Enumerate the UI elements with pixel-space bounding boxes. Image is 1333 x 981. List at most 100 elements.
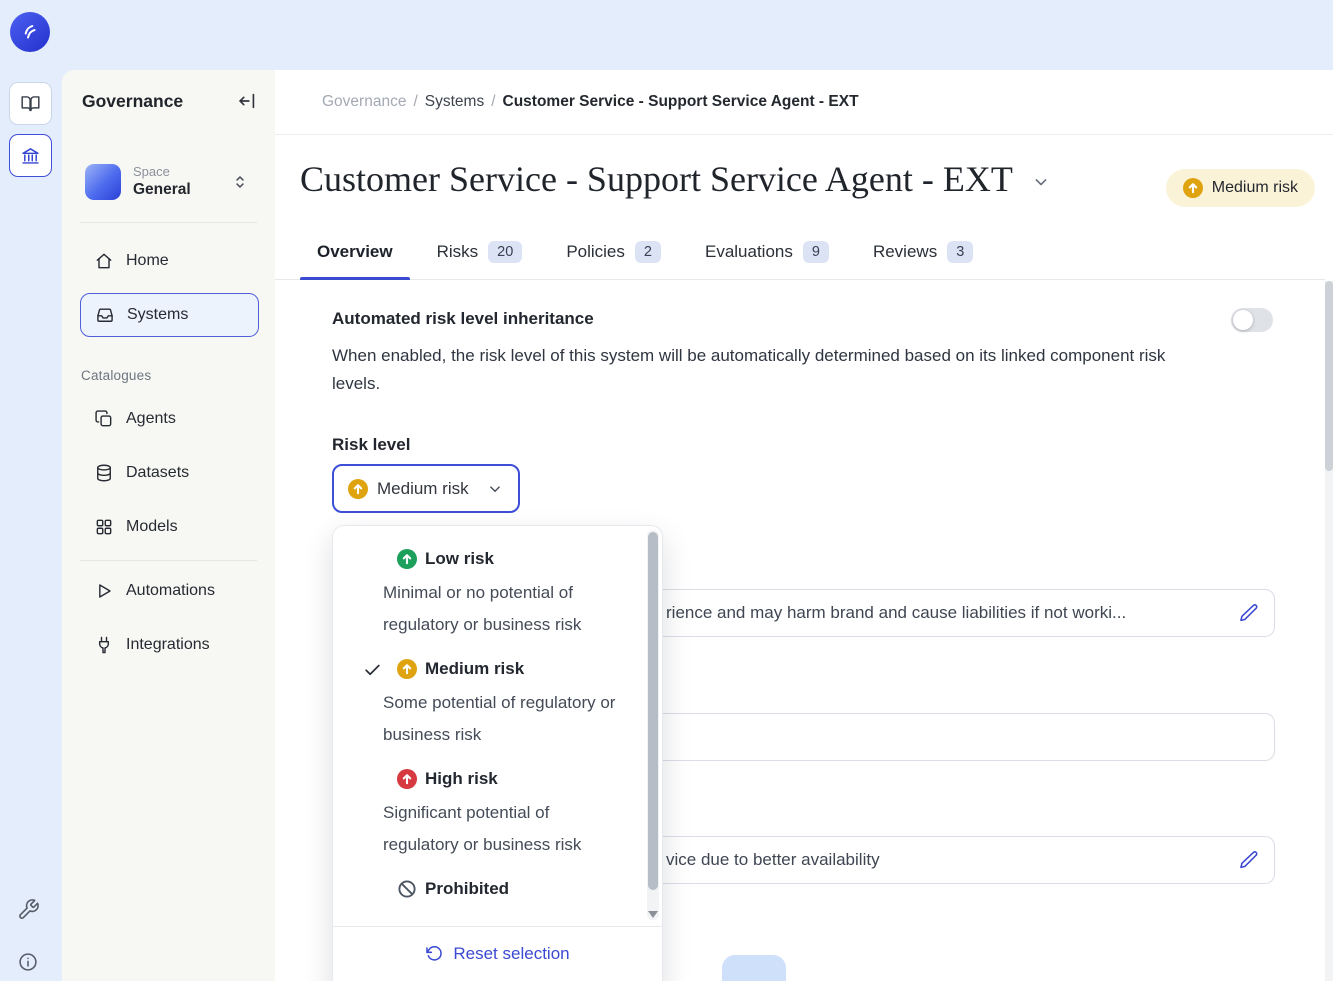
chevrons-up-down-icon: [230, 172, 250, 192]
menu-scrollbar-thumb[interactable]: [648, 532, 658, 890]
info-icon: [17, 951, 39, 973]
selected-risk-label: Medium risk: [377, 479, 477, 499]
play-icon: [94, 581, 114, 601]
models-grid-icon: [94, 517, 114, 537]
tab-count-badge: 2: [635, 241, 661, 263]
low-risk-icon: [397, 549, 417, 569]
agents-icon: [94, 409, 114, 429]
tools-icon: [17, 898, 40, 921]
edit-pencil-icon[interactable]: [1238, 849, 1260, 871]
breadcrumb-separator: /: [491, 93, 495, 111]
tab-bar: Overview Risks 20 Policies 2 Evaluations…: [275, 225, 1325, 280]
toggle-knob: [1233, 310, 1253, 330]
breadcrumb-separator: /: [413, 93, 417, 111]
logo-icon: [19, 21, 41, 43]
edit-pencil-icon[interactable]: [1238, 602, 1260, 624]
prohibited-icon: [397, 879, 417, 899]
sidebar-item-automations[interactable]: Automations: [80, 569, 259, 613]
tab-label: Evaluations: [705, 242, 793, 262]
breadcrumb-root[interactable]: Governance: [322, 93, 406, 111]
sidebar-item-agents[interactable]: Agents: [80, 397, 259, 441]
option-label: Low risk: [425, 549, 494, 569]
inheritance-section-title: Automated risk level inheritance: [332, 309, 594, 329]
header-risk-badge[interactable]: Medium risk: [1166, 169, 1315, 207]
sidebar-item-home[interactable]: Home: [80, 239, 259, 283]
collapse-sidebar-button[interactable]: [236, 90, 258, 112]
sidebar-item-label: Home: [126, 252, 169, 270]
main-panel: Governance / Systems / Customer Service …: [275, 70, 1333, 981]
risk-level-dropdown-menu: Low risk Minimal or no potential of regu…: [332, 525, 663, 981]
tab-policies[interactable]: Policies 2: [566, 225, 661, 279]
sidebar-item-models[interactable]: Models: [80, 505, 259, 549]
inheritance-toggle[interactable]: [1231, 308, 1273, 332]
risk-option-medium[interactable]: Medium risk Some potential of regulatory…: [333, 654, 662, 751]
space-name: General: [133, 181, 191, 199]
sidebar-item-label: Datasets: [126, 464, 189, 482]
sidebar-item-label: Systems: [127, 306, 188, 324]
breadcrumb: Governance / Systems / Customer Service …: [275, 70, 1333, 135]
breadcrumb-current: Customer Service - Support Service Agent…: [503, 93, 859, 111]
title-chevron-down-icon[interactable]: [1031, 166, 1051, 192]
sidebar-item-datasets[interactable]: Datasets: [80, 451, 259, 495]
tab-count-badge: 9: [803, 241, 829, 263]
sidebar-item-integrations[interactable]: Integrations: [80, 623, 259, 667]
breadcrumb-section[interactable]: Systems: [425, 93, 484, 111]
app-screen: Governance Space General: [0, 0, 1333, 981]
governance-nav-button[interactable]: [9, 134, 52, 177]
menu-scrollbar[interactable]: [647, 530, 659, 920]
catalogues-section-label: Catalogues: [81, 368, 151, 383]
tab-label: Reviews: [873, 242, 937, 262]
tab-label: Policies: [566, 242, 625, 262]
selected-check-icon: [363, 660, 389, 679]
library-nav-button[interactable]: [9, 82, 52, 125]
risk-level-select[interactable]: Medium risk: [332, 464, 520, 513]
sidebar-item-systems[interactable]: Systems: [80, 293, 259, 337]
inheritance-description: When enabled, the risk level of this sys…: [332, 342, 1187, 397]
main-scrollbar[interactable]: [1325, 281, 1333, 981]
reset-selection-button[interactable]: Reset selection: [333, 926, 662, 981]
scroll-down-arrow-icon[interactable]: [648, 911, 658, 918]
book-open-icon: [20, 93, 41, 114]
option-label: Prohibited: [425, 879, 509, 899]
tab-label: Overview: [317, 242, 393, 262]
sidebar-divider: [80, 222, 257, 223]
risk-option-high[interactable]: High risk Significant potential of regul…: [333, 764, 662, 861]
option-description: Minimal or no potential of regulatory or…: [383, 577, 627, 641]
tab-reviews[interactable]: Reviews 3: [873, 225, 973, 279]
chevron-down-icon: [486, 480, 504, 498]
main-scrollbar-thumb[interactable]: [1325, 281, 1333, 471]
tab-overview[interactable]: Overview: [317, 225, 393, 279]
page-title: Customer Service - Support Service Agent…: [300, 158, 1013, 200]
plug-icon: [94, 635, 114, 655]
tab-count-badge: 3: [947, 241, 973, 263]
admin-tools-button[interactable]: [17, 898, 40, 921]
tab-evaluations[interactable]: Evaluations 9: [705, 225, 829, 279]
systems-icon: [95, 305, 115, 325]
reset-label: Reset selection: [453, 944, 569, 964]
risk-option-prohibited[interactable]: Prohibited: [333, 874, 662, 904]
app-logo[interactable]: [10, 12, 50, 52]
info-button[interactable]: [17, 951, 39, 973]
risk-level-label: Risk level: [332, 435, 410, 455]
space-selector[interactable]: Space General: [72, 150, 265, 214]
tab-risks[interactable]: Risks 20: [437, 225, 523, 279]
risk-option-low[interactable]: Low risk Minimal or no potential of regu…: [333, 544, 662, 641]
partial-hidden-chip: [722, 955, 786, 981]
medium-risk-icon: [397, 659, 417, 679]
app-rail: [0, 0, 62, 981]
sidebar-item-label: Integrations: [126, 636, 210, 654]
sidebar-item-label: Agents: [126, 410, 176, 428]
page-title-row: Customer Service - Support Service Agent…: [300, 158, 1051, 200]
home-icon: [94, 251, 114, 271]
option-label: Medium risk: [425, 659, 524, 679]
medium-risk-icon: [1183, 178, 1203, 198]
sidebar-item-label: Automations: [126, 582, 215, 600]
database-icon: [94, 463, 114, 483]
medium-risk-icon: [348, 479, 368, 499]
reset-icon: [425, 944, 444, 963]
bank-icon: [20, 145, 41, 166]
option-description: Some potential of regulatory or business…: [383, 687, 627, 751]
option-label: High risk: [425, 769, 498, 789]
option-description: Significant potential of regulatory or b…: [383, 797, 627, 861]
tab-count-badge: 20: [488, 241, 522, 263]
